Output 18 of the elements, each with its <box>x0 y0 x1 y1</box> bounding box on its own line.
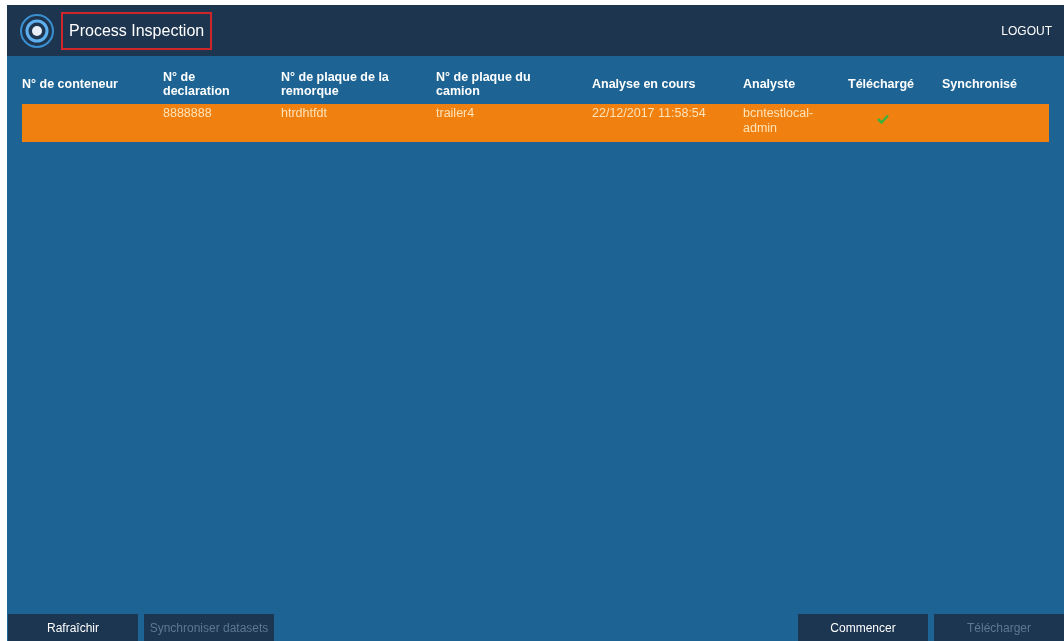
app-title: Process Inspection <box>61 11 213 50</box>
table-cell-text: trailer4 <box>436 106 476 121</box>
column-header: N° de declaration <box>163 70 231 98</box>
column-header: N° de conteneur <box>22 77 119 91</box>
column-header: Synchronisé <box>942 77 1018 91</box>
action-button[interactable]: Commencer <box>798 614 928 641</box>
column-header: N° de plaque de la remorque <box>281 70 390 98</box>
column-header: N° de plaque du camion <box>436 70 532 98</box>
table-cell-text: 22/12/2017 11:58:54 <box>592 106 707 121</box>
column-header: Analyse en cours <box>592 77 697 91</box>
table-cell-text: htrdhtfdt <box>281 106 328 121</box>
logo-icon <box>19 12 55 49</box>
column-header: Analyste <box>743 77 797 91</box>
logout-button[interactable]: LOGOUT <box>1001 21 1052 40</box>
table-cell-text: 8888888 <box>163 106 213 121</box>
action-button[interactable]: Rafraîchir <box>8 614 138 641</box>
table-cell-text: bcntestlocal-admin <box>743 106 815 136</box>
checkmark-icon <box>877 114 889 124</box>
